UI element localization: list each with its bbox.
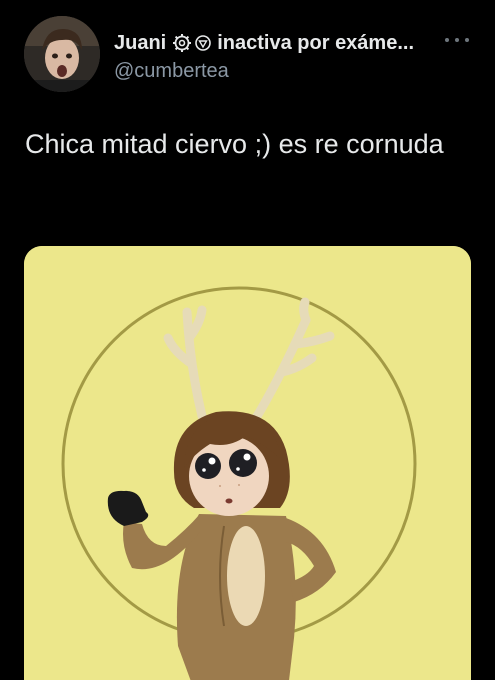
more-dots-icon[interactable]: [445, 34, 469, 46]
author-handle[interactable]: @cumbertea: [114, 58, 444, 84]
tweet-text: Chica mitad ciervo ;) es re cornuda: [25, 129, 444, 159]
tweet[interactable]: Juani inactiva por exáme... @cumbertea C…: [0, 0, 495, 680]
tweet-media[interactable]: [24, 246, 471, 680]
belly-patch: [227, 526, 265, 626]
author-name-row[interactable]: Juani inactiva por exáme...: [114, 30, 444, 56]
gear-emoji-icon: [173, 34, 192, 52]
tweet-header: Juani inactiva por exáme... @cumbertea: [114, 30, 444, 84]
deer-girl-drawing: [24, 246, 471, 680]
shield-emoji-icon: [195, 35, 212, 51]
avatar[interactable]: [24, 16, 100, 92]
author-display-name-rest[interactable]: inactiva por exáme...: [217, 30, 414, 56]
author-display-name[interactable]: Juani: [114, 30, 166, 56]
name-emojis: [172, 33, 212, 53]
avatar-image: [24, 16, 100, 92]
